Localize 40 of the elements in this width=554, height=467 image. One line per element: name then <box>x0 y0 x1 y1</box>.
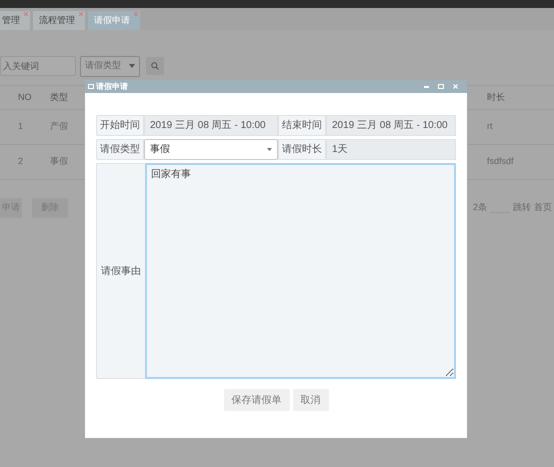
table-cell-text: fsdfsdf <box>487 155 515 168</box>
type-select[interactable]: 请假类型 <box>80 56 140 76</box>
window-icon <box>88 84 94 89</box>
table-cell-text: 2 <box>17 155 24 168</box>
table-cell-text: rt <box>487 120 494 134</box>
column-header: 时长 <box>487 90 506 104</box>
close-icon[interactable] <box>24 12 28 16</box>
close-icon[interactable] <box>134 12 138 16</box>
table-cell-text: 事假 <box>50 155 68 168</box>
readonly-field: 2019 三月 08 周五 - 10:00 <box>144 115 278 136</box>
table-cell-text: 1 <box>17 120 24 134</box>
search-field[interactable]: 入关键词 <box>0 56 76 76</box>
caret-icon <box>129 64 135 68</box>
search-icon <box>151 62 159 70</box>
field-label: 请假时长 <box>278 139 326 160</box>
save-button[interactable]: 保存请假单 <box>224 389 290 411</box>
maximize-icon[interactable] <box>438 84 444 89</box>
table-cell-text: 产假 <box>50 120 68 134</box>
field-label: 开始时间 <box>96 115 144 136</box>
search-button[interactable] <box>146 57 164 75</box>
field-label: 结束时间 <box>278 115 326 136</box>
record-count: 2条 <box>472 201 487 214</box>
tab[interactable]: 管理 <box>0 11 30 30</box>
readonly-field: 1天 <box>326 139 456 160</box>
column-header: 类型 <box>50 90 68 104</box>
caret-icon <box>267 148 272 151</box>
field-label: 请假类型 <box>96 139 144 160</box>
first-page-link[interactable]: 首页 <box>534 201 552 215</box>
close-icon[interactable] <box>79 12 83 16</box>
readonly-field: 2019 三月 08 周五 - 10:00 <box>326 115 456 136</box>
column-header: NO <box>17 90 32 104</box>
tab[interactable]: 请假申请 <box>88 11 140 30</box>
cancel-button[interactable]: 取消 <box>292 389 328 411</box>
tab[interactable]: 流程管理 <box>33 11 85 30</box>
minimize-icon[interactable] <box>424 86 429 88</box>
jump-link[interactable]: 跳转 <box>513 201 531 215</box>
leave-type-select[interactable]: 事假 <box>144 139 278 160</box>
dialog-title: 请假申请 <box>96 82 128 90</box>
reason-textarea[interactable]: 回家有事 <box>145 163 456 379</box>
field-label: 请假事由 <box>100 264 142 278</box>
